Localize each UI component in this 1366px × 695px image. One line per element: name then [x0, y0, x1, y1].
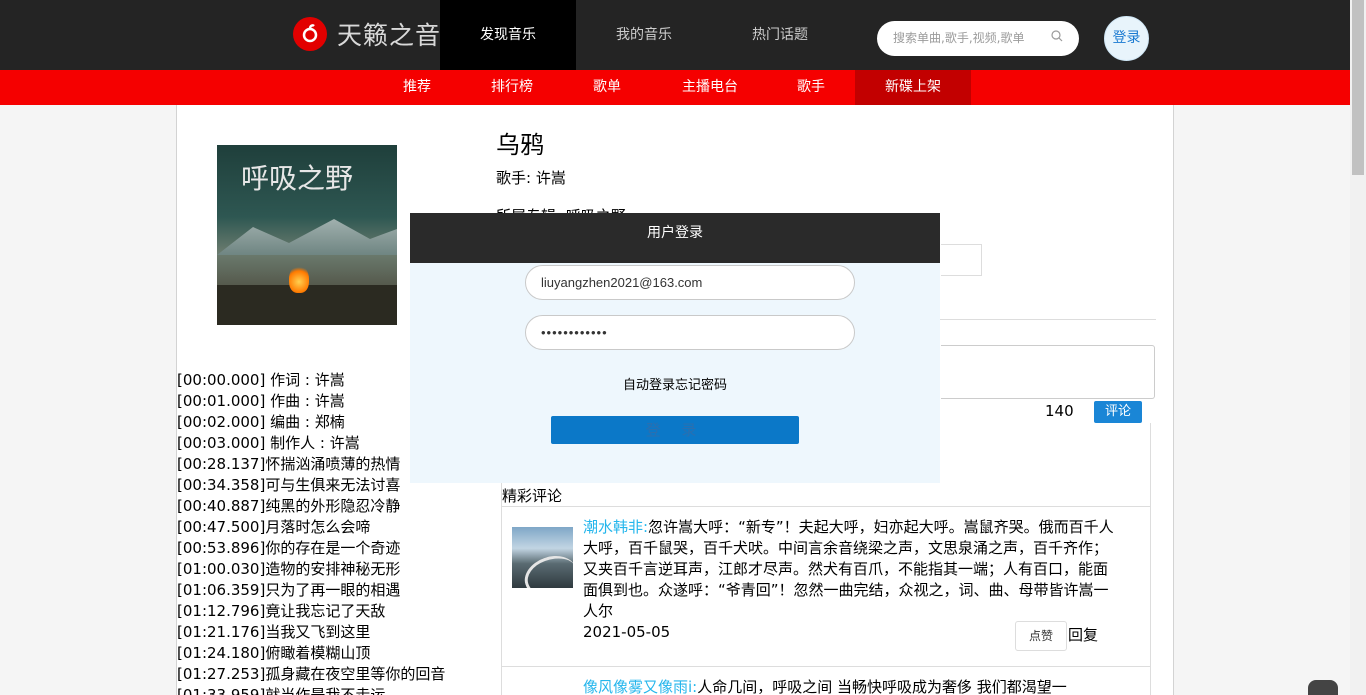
cover-fire — [289, 265, 309, 293]
subnav-playlists[interactable]: 歌单 — [577, 70, 637, 105]
nav-discover-music[interactable]: 发现音乐 — [440, 0, 576, 70]
lyric-line: [00:47.500]月落时怎么会啼 — [177, 518, 371, 536]
subnav-new-albums[interactable]: 新碟上架 — [855, 70, 971, 105]
lyric-line: [00:40.887]纯黑的外形隐忍冷静 — [177, 497, 401, 515]
lyric-line: [01:33.959]就当作是我不走运 — [177, 686, 386, 695]
comment-user[interactable]: 潮水韩非: — [583, 518, 648, 536]
avatar-road — [519, 549, 573, 588]
comment-textarea[interactable] — [941, 345, 1155, 399]
lyric-line: [01:00.030]造物的安排神秘无形 — [177, 560, 401, 578]
subnav-singers[interactable]: 歌手 — [783, 70, 839, 105]
char-count: 140 — [1045, 402, 1074, 420]
reply-link[interactable]: 回复 — [1068, 624, 1098, 645]
modal-title: 用户登录 — [410, 213, 940, 263]
login-submit-button[interactable]: 登 录 — [551, 416, 799, 444]
nav-my-music[interactable]: 我的音乐 — [576, 0, 712, 70]
subnav-charts[interactable]: 排行榜 — [477, 70, 547, 105]
lyric-line: [01:21.176]当我又飞到这里 — [177, 623, 371, 641]
like-button[interactable]: 点赞 — [1015, 621, 1067, 651]
cover-mountain — [217, 219, 397, 255]
submit-comment-button[interactable]: 评论 — [1094, 401, 1142, 423]
login-button[interactable]: 登录 — [1104, 16, 1149, 61]
cover-ground — [217, 285, 397, 325]
comment-item: 像风像雾又像雨i:人命几间，呼吸之间 当畅快呼吸成为奢侈 我们都渴望一 — [502, 667, 1150, 695]
lyric-line: [00:53.896]你的存在是一个奇迹 — [177, 539, 401, 557]
comment-user[interactable]: 像风像雾又像雨i: — [583, 678, 697, 695]
search-placeholder: 搜索单曲,歌手,视频,歌单 — [893, 31, 1025, 45]
lyric-line: [01:12.796]竟让我忘记了天敌 — [177, 602, 386, 620]
song-title: 乌鸦 — [496, 131, 544, 159]
search-icon[interactable] — [1051, 21, 1063, 56]
cover-title: 呼吸之野 — [241, 162, 354, 195]
comment-date: 2021-05-05 — [583, 623, 671, 641]
comment-body: 潮水韩非:忽许嵩大呼：“新专”！夫起大呼，妇亦起大呼。嵩鼠齐哭。俄而百千人大呼，… — [583, 517, 1118, 622]
comment-text: 人命几间，呼吸之间 当畅快呼吸成为奢侈 我们都渴望一 — [697, 678, 1067, 695]
subnav-recommend[interactable]: 推荐 — [387, 70, 447, 105]
lyric-line: [01:06.359]只为了再一眼的相遇 — [177, 581, 401, 599]
lyric-line: [01:27.253]孤身藏在夜空里等你的回音 — [177, 665, 446, 683]
right-field-edge — [941, 244, 982, 276]
sub-nav: 推荐 排行榜 歌单 主播电台 歌手 新碟上架 — [0, 70, 1350, 105]
nav-hot-topics[interactable]: 热门话题 — [712, 0, 848, 70]
login-options[interactable]: 自动登录忘记密码 — [410, 374, 940, 393]
logo-text: 天籁之音 — [337, 21, 442, 50]
comments-heading: 精彩评论 — [502, 487, 563, 505]
comment-item: 潮水韩非:忽许嵩大呼：“新专”！夫起大呼，妇亦起大呼。嵩鼠齐哭。俄而百千人大呼，… — [502, 507, 1150, 667]
scrollbar-thumb[interactable] — [1352, 0, 1364, 175]
login-modal: 用户登录 liuyangzhen2021@163.com •••••••••••… — [410, 213, 940, 483]
subnav-radio[interactable]: 主播电台 — [667, 70, 753, 105]
logo-icon — [293, 17, 327, 51]
comment-text: 忽许嵩大呼：“新专”！夫起大呼，妇亦起大呼。嵩鼠齐哭。俄而百千人大呼，百千鼠哭，… — [583, 518, 1114, 620]
back-to-top-button[interactable] — [1308, 680, 1338, 695]
comment-body: 像风像雾又像雨i:人命几间，呼吸之间 当畅快呼吸成为奢侈 我们都渴望一 — [583, 677, 1118, 695]
search-input[interactable]: 搜索单曲,歌手,视频,歌单 — [877, 21, 1079, 56]
email-field[interactable]: liuyangzhen2021@163.com — [525, 265, 855, 300]
top-header: 天籁之音 发现音乐 我的音乐 热门话题 搜索单曲,歌手,视频,歌单 登录 — [0, 0, 1350, 70]
lyric-line: [01:24.180]俯瞰着模糊山顶 — [177, 644, 371, 662]
album-cover: 呼吸之野 — [217, 145, 397, 325]
password-field[interactable]: •••••••••••• — [525, 315, 855, 350]
avatar[interactable] — [512, 527, 573, 588]
logo[interactable]: 天籁之音 — [293, 16, 441, 52]
singer-line[interactable]: 歌手: 许嵩 — [496, 167, 566, 188]
